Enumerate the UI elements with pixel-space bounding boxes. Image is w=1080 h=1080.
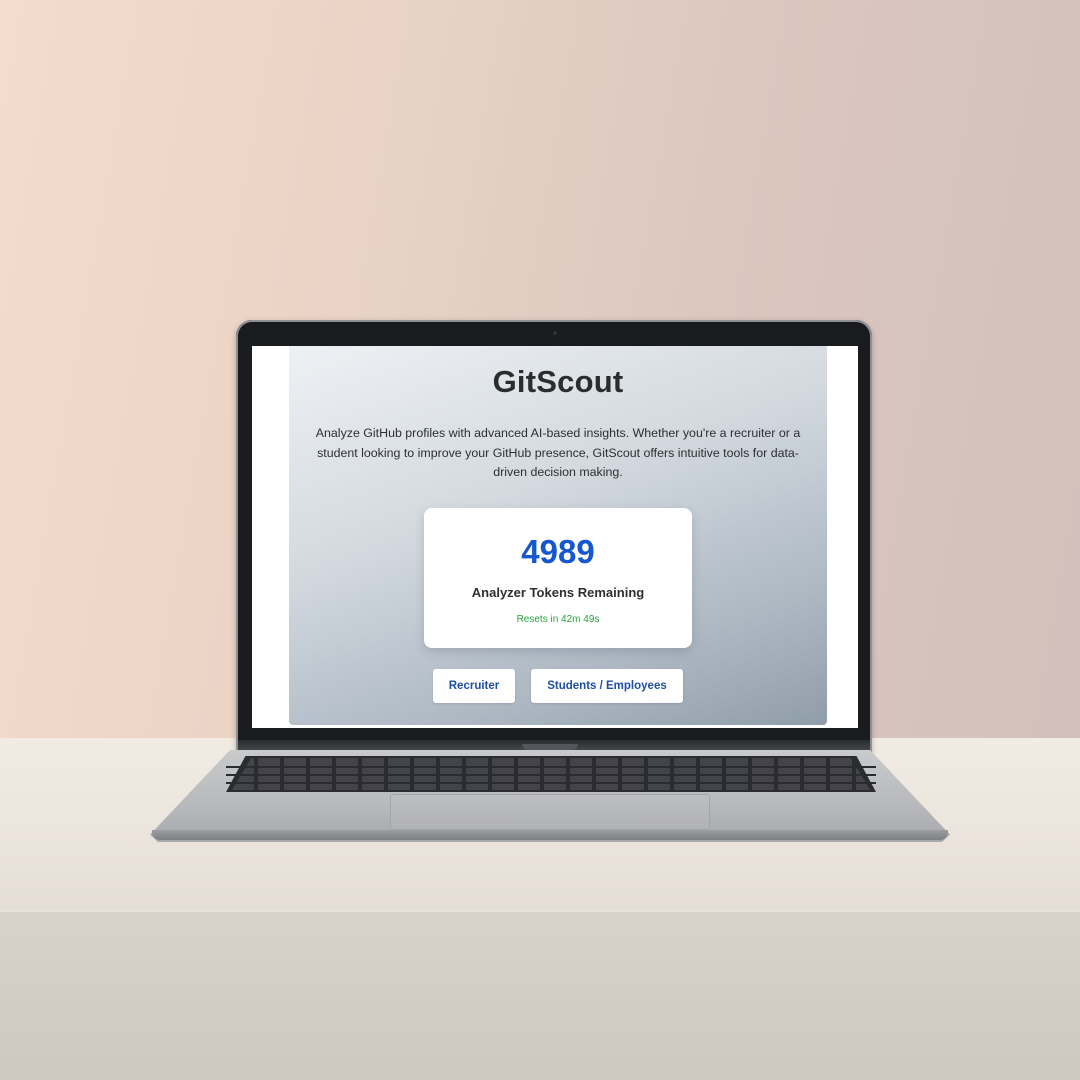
- keyboard-row-divider: [226, 774, 876, 776]
- token-reset-timer: Resets in 42m 49s: [516, 614, 600, 625]
- lid-notch: [522, 744, 578, 750]
- token-label: Analyzer Tokens Remaining: [471, 585, 645, 600]
- token-count: 4989: [521, 533, 595, 570]
- page-description: Analyze GitHub profiles with advanced AI…: [315, 426, 801, 479]
- recruiter-button[interactable]: Recruiter: [433, 669, 515, 703]
- webcam-icon: [553, 331, 557, 335]
- laptop-base-front: [152, 830, 948, 840]
- photo-scene: GitScout Analyze GitHub profiles with ad…: [0, 0, 1080, 1080]
- keyboard-row-divider: [226, 766, 876, 768]
- students-employees-button[interactable]: Students / Employees: [531, 669, 683, 703]
- app-page: GitScout Analyze GitHub profiles with ad…: [289, 346, 827, 725]
- desk-front: [0, 912, 1080, 1080]
- laptop-screen: GitScout Analyze GitHub profiles with ad…: [252, 346, 858, 728]
- keyboard-row-divider: [226, 782, 876, 784]
- page-title: GitScout: [492, 364, 624, 399]
- trackpad: [390, 794, 710, 830]
- token-card: 4989 Analyzer Tokens Remaining Resets in…: [424, 508, 692, 648]
